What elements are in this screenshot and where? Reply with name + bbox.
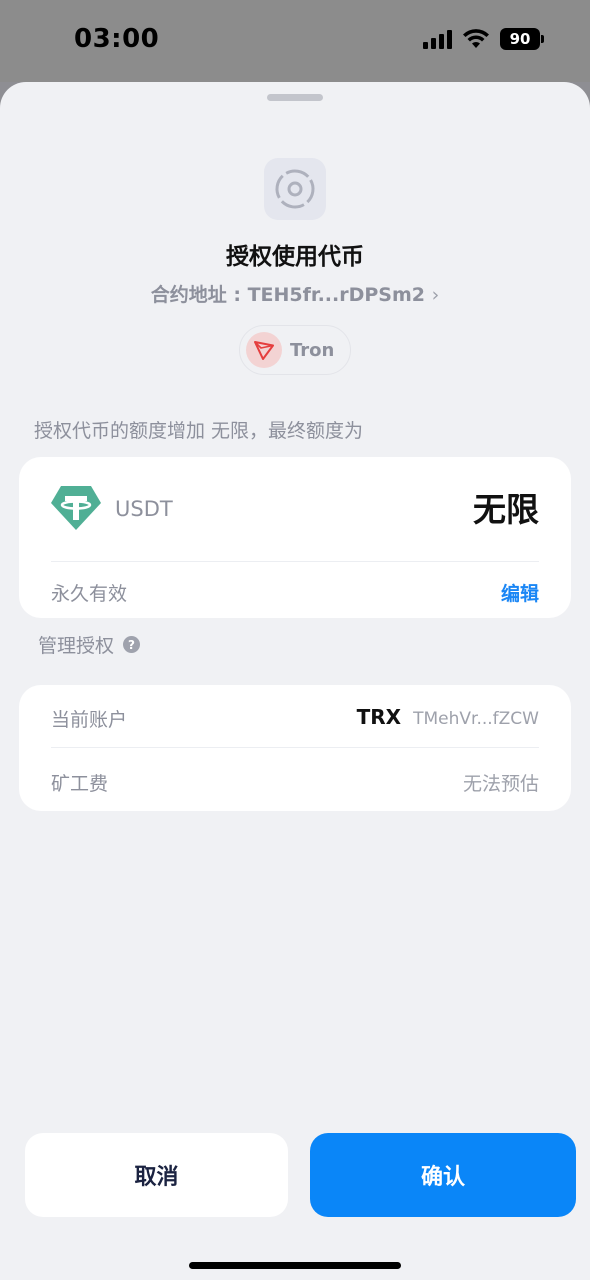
allowance-amount: 无限 xyxy=(473,490,539,529)
status-icons: 90 xyxy=(423,28,544,50)
network-fee-value: 无法预估 xyxy=(462,773,539,795)
edit-button[interactable]: 编辑 xyxy=(501,579,539,606)
divider xyxy=(51,747,539,748)
dapp-target-icon xyxy=(264,158,326,220)
approval-sheet: 授权使用代币 合约地址 : TEH5fr...rDPSm2 › Tron 授权代… xyxy=(0,82,590,1280)
status-time: 03:00 xyxy=(74,24,160,54)
manage-approval-row[interactable]: 管理授权 ? xyxy=(38,631,141,658)
home-indicator xyxy=(189,1262,401,1269)
chevron-right-icon: › xyxy=(431,284,440,306)
current-account-label: 当前账户 xyxy=(51,709,128,731)
account-chain: TRX xyxy=(356,705,402,729)
sheet-drag-handle[interactable] xyxy=(267,94,323,101)
network-fee-label: 矿工费 xyxy=(51,773,109,795)
battery-icon: 90 xyxy=(500,28,544,50)
tron-logo-icon xyxy=(246,332,282,368)
chain-name: Tron xyxy=(290,339,335,361)
chain-badge: Tron xyxy=(239,325,351,375)
usdt-logo-icon xyxy=(51,486,101,530)
account-address: TMehVr...fZCW xyxy=(413,709,539,729)
confirm-button[interactable]: 确认 xyxy=(310,1133,576,1217)
details-card: 当前账户 TRX TMehVr...fZCW 矿工费 无法预估 xyxy=(19,685,571,811)
help-icon[interactable]: ? xyxy=(123,636,141,653)
contract-address-link[interactable]: 合约地址 : TEH5fr...rDPSm2 › xyxy=(0,280,590,307)
manage-approval-label: 管理授权 xyxy=(38,635,115,657)
cancel-button[interactable]: 取消 xyxy=(25,1133,288,1217)
status-bar: 03:00 90 xyxy=(0,0,590,82)
wifi-icon xyxy=(463,29,489,48)
page-title: 授权使用代币 xyxy=(226,244,364,270)
cellular-signal-icon xyxy=(423,29,452,49)
divider xyxy=(51,561,539,562)
allowance-description: 授权代币的额度增加 无限，最终额度为 xyxy=(34,420,364,442)
allowance-card: USDT 无限 永久有效 编辑 xyxy=(19,457,571,618)
battery-level: 90 xyxy=(509,30,531,48)
current-account-value: TRX TMehVr...fZCW xyxy=(357,705,539,729)
contract-address: 合约地址 : TEH5fr...rDPSm2 xyxy=(150,284,425,306)
token-symbol: USDT xyxy=(115,497,173,521)
validity-text: 永久有效 xyxy=(51,583,128,605)
